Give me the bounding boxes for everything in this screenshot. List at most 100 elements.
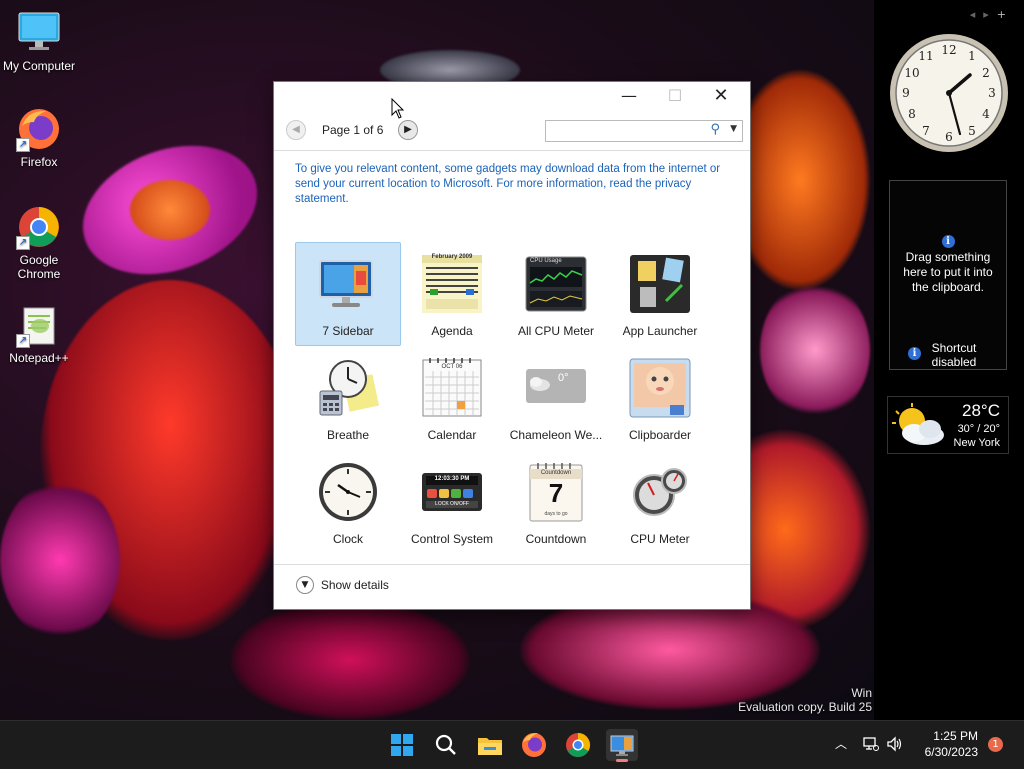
gadgets-taskbar-button[interactable] (606, 729, 638, 762)
gadget-name: All CPU Meter (517, 324, 594, 338)
gadget-tile-agenda[interactable]: February 2009 Agenda (399, 242, 505, 346)
shortcut-status: Shortcut disabled (931, 341, 977, 369)
svg-text:7: 7 (922, 124, 930, 138)
sidebar-next-icon[interactable]: ▸ (983, 8, 997, 21)
svg-text:4: 4 (982, 107, 990, 121)
control-lock: LOCK ON/OFF (435, 501, 469, 507)
close-button[interactable]: ✕ (698, 82, 744, 112)
clipboard-gadget[interactable]: i Drag something here to put it into the… (889, 180, 1007, 370)
info-icon: i (941, 235, 955, 248)
countdown-number: 7 (548, 478, 564, 508)
file-explorer-button[interactable] (474, 729, 506, 761)
gadget-tile-countdown[interactable]: Countdown 7 days to go Countdown (503, 450, 609, 554)
gadget-search-input[interactable] (549, 121, 703, 141)
chrome-taskbar-button[interactable] (562, 729, 594, 761)
show-hidden-icons-button[interactable]: ︿ (832, 735, 850, 753)
network-icon[interactable] (862, 735, 880, 753)
sidebar-monitor-icon (316, 253, 380, 315)
svg-text:6: 6 (945, 130, 953, 144)
shortcut-arrow-icon: ↗ (16, 334, 30, 348)
svg-text:12: 12 (941, 43, 956, 57)
active-app-indicator (616, 759, 628, 762)
previous-page-button[interactable]: ◀ (286, 120, 306, 140)
desktop-icon-chrome[interactable]: ↗ Google Chrome (0, 204, 78, 281)
gadget-name: Clock (332, 532, 363, 546)
privacy-notice[interactable]: To give you relevant content, some gadge… (295, 162, 725, 207)
gadget-tile-7-sidebar[interactable]: 7 Sidebar (295, 242, 401, 346)
svg-text:2: 2 (982, 66, 990, 80)
desktop-icon-firefox[interactable]: ↗ Firefox (0, 106, 78, 169)
cpu-gauge-icon (628, 461, 692, 523)
show-details-label: Show details (320, 578, 389, 592)
watermark-line-1: Win (851, 686, 872, 700)
gadget-name: CPU Meter (630, 532, 690, 546)
gadget-name: 7 Sidebar (322, 324, 374, 338)
next-page-button[interactable]: ▶ (398, 120, 418, 140)
calendar-month: OCT 06 (441, 364, 463, 370)
gadget-name: App Launcher (622, 324, 698, 338)
gadget-tile-calendar[interactable]: OCT 06 Calendar (399, 346, 505, 450)
sidebar-add-icon[interactable]: + (997, 8, 1014, 21)
weather-gadget[interactable]: 28°C 30° / 20° New York (887, 396, 1009, 454)
app-launcher-icon (628, 253, 692, 315)
partly-cloudy-icon (892, 403, 944, 445)
windows-logo-icon (391, 734, 413, 756)
svg-text:5: 5 (968, 124, 976, 138)
chevron-down-icon: ▼ (296, 576, 314, 594)
page-indicator: Page 1 of 6 (322, 123, 384, 137)
calendar-grid-icon: OCT 06 (420, 357, 484, 419)
notepadpp-icon: ↗ (16, 302, 62, 348)
svg-text:3: 3 (988, 86, 996, 100)
svg-text:8: 8 (908, 107, 916, 121)
mouse-cursor-icon (391, 98, 405, 119)
search-icon (435, 734, 456, 755)
svg-text:10: 10 (904, 66, 919, 80)
gadget-tile-clock[interactable]: Clock (295, 450, 401, 554)
notification-badge[interactable]: 1 (988, 737, 1003, 752)
search-button[interactable] (430, 729, 462, 761)
analog-clock-icon: 12 12 3 45 6 78 9 10 11 (890, 34, 1008, 152)
show-details-button[interactable]: ▼ Show details (296, 576, 389, 596)
search-icon[interactable]: ⚲ (710, 122, 720, 137)
gadget-tile-all-cpu-meter[interactable]: CPU Usage All CPU Meter (503, 242, 609, 346)
gadgets-app-icon (610, 735, 634, 756)
gadget-tile-app-launcher[interactable]: App Launcher (607, 242, 713, 346)
search-dropdown-icon[interactable]: ▼ (730, 124, 737, 134)
start-button[interactable] (386, 729, 418, 761)
cpu-title: CPU Usage (530, 258, 562, 264)
gadget-name: Control System (410, 532, 494, 546)
taskbar-time: 1:25 PM (933, 729, 978, 743)
folder-icon (478, 738, 502, 755)
gadget-tile-cpu-meter[interactable]: CPU Meter (607, 450, 713, 554)
monitor-icon (16, 10, 62, 56)
firefox-icon (522, 733, 546, 757)
svg-text:1: 1 (968, 49, 976, 63)
shortcut-arrow-icon: ↗ (16, 236, 30, 250)
gadget-tile-chameleon-weather[interactable]: 0° Chameleon We... (503, 346, 609, 450)
volume-icon[interactable] (886, 735, 904, 753)
chrome-icon: ↗ (16, 204, 62, 250)
svg-text:11: 11 (918, 49, 933, 63)
taskbar-date: 6/30/2023 (924, 745, 978, 759)
desktop-icon-label: Notepad++ (9, 351, 69, 365)
gallery-toolbar: ◀ Page 1 of 6 ▶ ⚲ ▼ (274, 112, 750, 151)
sidebar-prev-icon[interactable]: ◂ (970, 8, 984, 21)
gadget-tile-clipboarder[interactable]: Clipboarder (607, 346, 713, 450)
desktop-icon-my-computer[interactable]: My Computer (0, 10, 78, 73)
gadget-name: Countdown (525, 532, 587, 546)
minimize-button[interactable]: — (606, 82, 652, 112)
firefox-taskbar-button[interactable] (518, 729, 550, 761)
clock-button[interactable]: 1:25 PM 6/30/2023 (912, 727, 984, 763)
control-time: 12:03:30 PM (434, 476, 470, 482)
gadget-name: Clipboarder (628, 428, 692, 442)
maximize-button[interactable]: ☐ (652, 82, 698, 112)
gadget-sidebar: ◂▸+ 12 1 2 3 45 6 78 9 10 11 i Drag something … (874, 0, 1024, 720)
wall-clock-icon (316, 461, 380, 523)
gadget-tile-control-system[interactable]: 12:03:30 PM LOCK ON/OFF Control System (399, 450, 505, 554)
desktop-icon-notepadpp[interactable]: ↗ Notepad++ (0, 302, 78, 365)
gadget-tile-breathe[interactable]: Breathe (295, 346, 401, 450)
title-bar[interactable]: — ☐ ✕ (274, 82, 750, 112)
desktop-icon-label: Firefox (20, 155, 58, 169)
watermark-line-2: Evaluation copy. Build 25 (738, 700, 872, 714)
clock-gadget[interactable]: 12 1 2 3 45 6 78 9 10 11 (888, 32, 1010, 154)
